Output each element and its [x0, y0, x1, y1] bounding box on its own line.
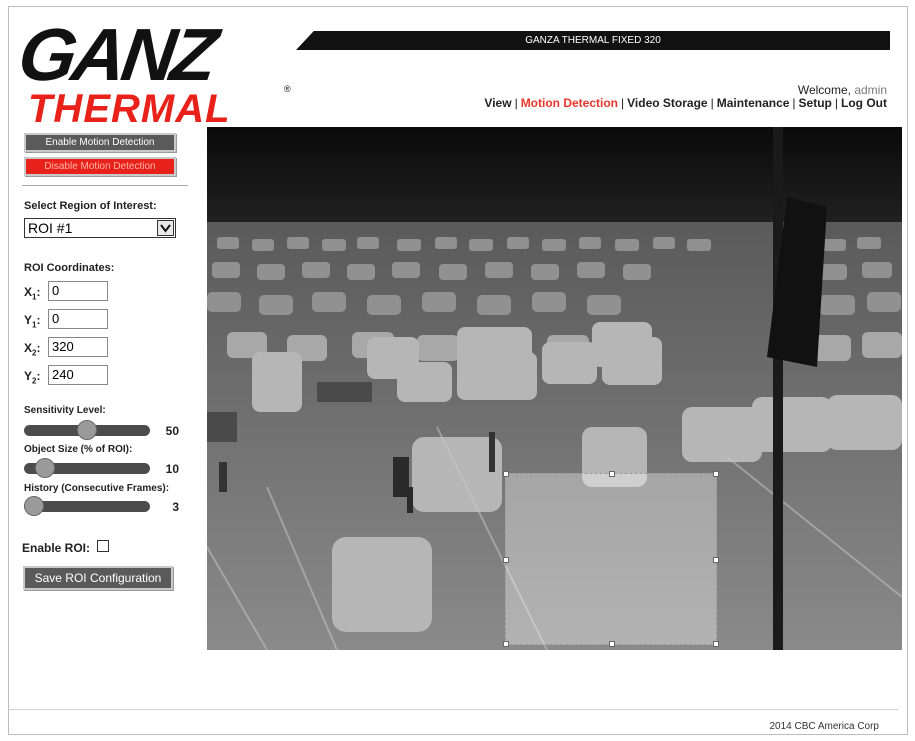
nav-log-out[interactable]: Log Out	[841, 96, 887, 110]
enable-roi-label: Enable ROI:	[22, 541, 91, 555]
y1-label: Y1:	[24, 313, 41, 330]
ganz-thermal-logo: GANZ THERMAL ®	[22, 22, 291, 126]
object-size-slider-thumb[interactable]	[34, 458, 55, 478]
sensitivity-label: Sensitivity Level:	[24, 405, 106, 416]
y2-input[interactable]: 240	[48, 365, 108, 385]
object-size-value: 10	[165, 462, 179, 476]
x2-label: X2:	[24, 341, 41, 358]
nav-video-storage[interactable]: Video Storage	[627, 96, 707, 110]
roi-handle-bottom[interactable]	[609, 641, 615, 647]
enable-roi-checkbox[interactable]	[97, 540, 109, 552]
nav-view[interactable]: View	[484, 96, 511, 110]
roi-handle-bottom-right[interactable]	[713, 641, 719, 647]
welcome-message: Welcome, admin	[797, 83, 887, 97]
roi-select-label: Select Region of Interest:	[24, 200, 157, 212]
roi-select[interactable]: ROI #1	[24, 218, 176, 238]
object-size-slider[interactable]	[24, 458, 150, 478]
sensitivity-value: 50	[165, 424, 179, 438]
nav-motion-detection[interactable]: Motion Detection	[521, 96, 618, 110]
roi-coordinates-label: ROI Coordinates:	[24, 262, 115, 274]
y1-input[interactable]: 0	[48, 309, 108, 329]
roi-handle-top[interactable]	[609, 471, 615, 477]
roi-select-value: ROI #1	[28, 220, 73, 236]
x1-label: X1:	[24, 285, 41, 302]
save-roi-configuration-button[interactable]: Save ROI Configuration	[23, 566, 173, 590]
svg-text:®: ®	[284, 84, 291, 94]
top-nav: View | Motion Detection | Video Storage | Main…	[484, 96, 887, 110]
sensitivity-slider-thumb[interactable]	[77, 420, 97, 440]
roi-handle-left[interactable]	[503, 557, 509, 563]
roi-handle-top-right[interactable]	[713, 471, 719, 477]
roi-handle-right[interactable]	[713, 557, 719, 563]
enable-motion-detection-button[interactable]: Enable Motion Detection	[24, 133, 176, 152]
footer-divider	[8, 709, 898, 710]
history-slider[interactable]	[24, 496, 150, 516]
x2-input[interactable]: 320	[48, 337, 108, 357]
disable-motion-detection-button[interactable]: Disable Motion Detection	[24, 157, 176, 176]
footer-copyright: 2014 CBC America Corp	[769, 721, 880, 732]
sidebar-divider	[22, 185, 188, 186]
y2-label: Y2:	[24, 369, 41, 386]
roi-handle-top-left[interactable]	[503, 471, 509, 477]
camera-title: GANZA THERMAL FIXED 320	[525, 35, 661, 46]
x1-input[interactable]: 0	[48, 281, 108, 301]
history-slider-thumb[interactable]	[24, 496, 44, 516]
logo-thermal-text: THERMAL	[28, 87, 231, 126]
history-label: History (Consecutive Frames):	[24, 483, 170, 494]
object-size-label: Object Size (% of ROI):	[24, 444, 133, 455]
username: admin	[854, 83, 887, 97]
camera-title-bar: GANZA THERMAL FIXED 320	[296, 31, 890, 50]
logo-ganz-text: GANZ	[22, 22, 225, 96]
nav-maintenance[interactable]: Maintenance	[717, 96, 790, 110]
history-value: 3	[172, 500, 179, 514]
roi-selection-box[interactable]	[503, 471, 719, 647]
chevron-down-icon[interactable]	[157, 220, 174, 236]
nav-setup[interactable]: Setup	[799, 96, 832, 110]
sensitivity-slider[interactable]	[24, 420, 150, 440]
roi-handle-bottom-left[interactable]	[503, 641, 509, 647]
